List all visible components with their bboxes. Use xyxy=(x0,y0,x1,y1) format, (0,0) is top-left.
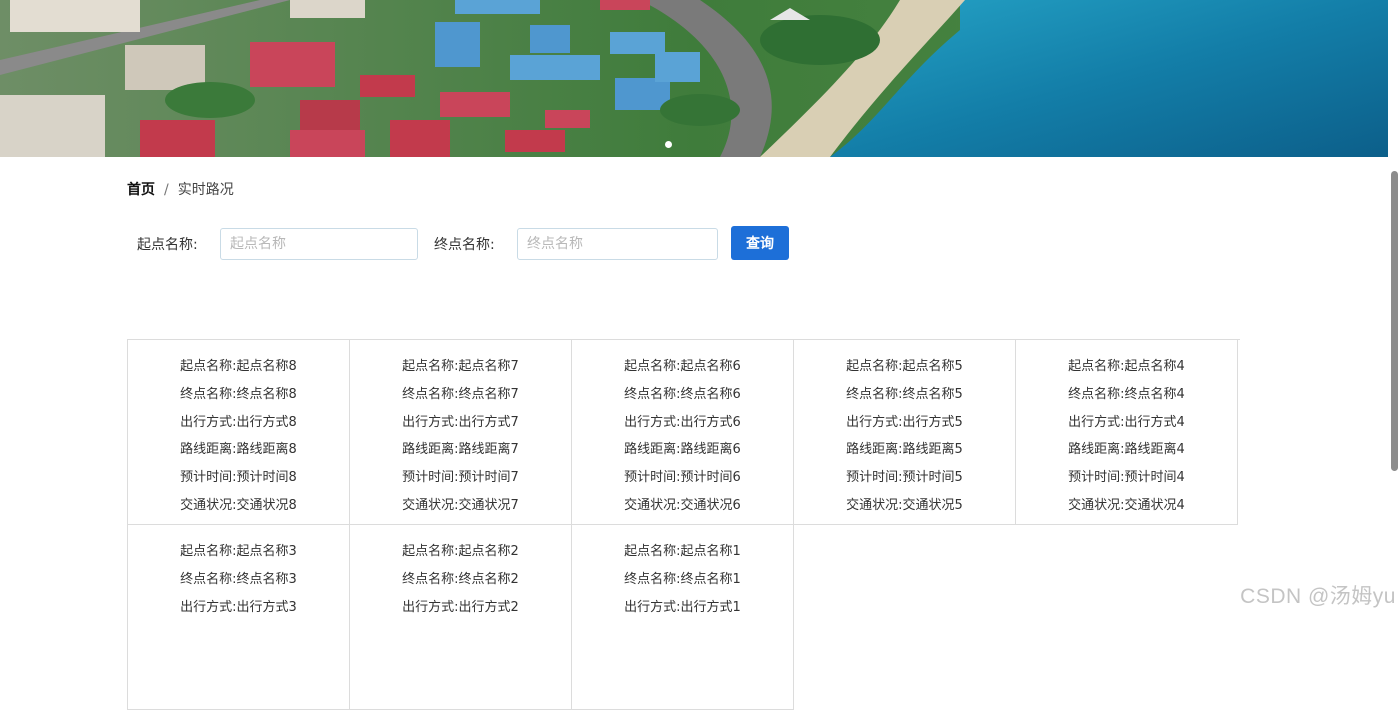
query-button[interactable]: 查询 xyxy=(731,226,789,260)
travel-mode-text: 出行方式:出行方式5 xyxy=(846,414,963,430)
carousel-indicator-dot[interactable] xyxy=(665,141,672,148)
traffic-status-text: 交通状况:交通状况4 xyxy=(1068,497,1185,513)
start-name-text: 起点名称:起点名称8 xyxy=(180,359,297,374)
traffic-card[interactable]: 起点名称:起点名称1 终点名称:终点名称1 出行方式:出行方式1 xyxy=(572,525,794,710)
estimated-time-text: 预计时间:预计时间6 xyxy=(624,470,741,486)
end-name-input[interactable] xyxy=(517,228,718,260)
breadcrumb-home-link[interactable]: 首页 xyxy=(127,180,155,200)
traffic-card[interactable]: 起点名称:起点名称4 终点名称:终点名称4 出行方式:出行方式4 路线距离:路线… xyxy=(1016,340,1238,525)
breadcrumb: 首页 / 实时路况 xyxy=(127,180,234,200)
traffic-status-text: 交通状况:交通状况8 xyxy=(180,497,297,513)
travel-mode-text: 出行方式:出行方式7 xyxy=(402,414,519,430)
traffic-card[interactable]: 起点名称:起点名称7 终点名称:终点名称7 出行方式:出行方式7 路线距离:路线… xyxy=(350,340,572,525)
route-distance-text: 路线距离:路线距离7 xyxy=(402,442,519,458)
estimated-time-text: 预计时间:预计时间5 xyxy=(846,470,963,486)
page-scrollbar[interactable] xyxy=(1388,0,1400,619)
end-name-text: 终点名称:终点名称4 xyxy=(1068,386,1185,402)
route-distance-text: 路线距离:路线距离5 xyxy=(846,442,963,458)
route-distance-text: 路线距离:路线距离8 xyxy=(180,442,297,458)
start-name-label: 起点名称: xyxy=(137,237,198,253)
travel-mode-text: 出行方式:出行方式6 xyxy=(624,414,741,430)
end-name-text: 终点名称:终点名称2 xyxy=(402,571,519,587)
traffic-card[interactable]: 起点名称:起点名称2 终点名称:终点名称2 出行方式:出行方式2 xyxy=(350,525,572,710)
start-name-input[interactable] xyxy=(220,228,418,260)
start-name-text: 起点名称:起点名称1 xyxy=(624,544,741,559)
traffic-card[interactable]: 起点名称:起点名称3 终点名称:终点名称3 出行方式:出行方式3 xyxy=(128,525,350,710)
end-name-text: 终点名称:终点名称8 xyxy=(180,386,297,402)
csdn-watermark: CSDN @汤姆yu xyxy=(1240,585,1396,608)
estimated-time-text: 预计时间:预计时间8 xyxy=(180,470,297,486)
estimated-time-text: 预计时间:预计时间7 xyxy=(402,470,519,486)
traffic-status-text: 交通状况:交通状况7 xyxy=(402,497,519,513)
route-distance-text: 路线距离:路线距离6 xyxy=(624,442,741,458)
end-name-text: 终点名称:终点名称6 xyxy=(624,386,741,402)
start-name-text: 起点名称:起点名称5 xyxy=(846,359,963,374)
traffic-card[interactable]: 起点名称:起点名称8 终点名称:终点名称8 出行方式:出行方式8 路线距离:路线… xyxy=(128,340,350,525)
traffic-status-text: 交通状况:交通状况5 xyxy=(846,497,963,513)
start-name-text: 起点名称:起点名称4 xyxy=(1068,359,1185,374)
travel-mode-text: 出行方式:出行方式1 xyxy=(624,599,741,615)
start-name-text: 起点名称:起点名称2 xyxy=(402,544,519,559)
scrollbar-thumb[interactable] xyxy=(1391,171,1398,471)
traffic-results-grid: 起点名称:起点名称8 终点名称:终点名称8 出行方式:出行方式8 路线距离:路线… xyxy=(127,339,1240,710)
travel-mode-text: 出行方式:出行方式3 xyxy=(180,599,297,615)
travel-mode-text: 出行方式:出行方式2 xyxy=(402,599,519,615)
traffic-card[interactable]: 起点名称:起点名称6 终点名称:终点名称6 出行方式:出行方式6 路线距离:路线… xyxy=(572,340,794,525)
start-name-text: 起点名称:起点名称3 xyxy=(180,544,297,559)
travel-mode-text: 出行方式:出行方式8 xyxy=(180,414,297,430)
end-name-text: 终点名称:终点名称5 xyxy=(846,386,963,402)
banner-carousel[interactable] xyxy=(0,0,1388,157)
start-name-text: 起点名称:起点名称6 xyxy=(624,359,741,374)
banner-image xyxy=(0,0,1388,157)
estimated-time-text: 预计时间:预计时间4 xyxy=(1068,470,1185,486)
end-name-label: 终点名称: xyxy=(434,237,495,253)
end-name-text: 终点名称:终点名称7 xyxy=(402,386,519,402)
end-name-text: 终点名称:终点名称1 xyxy=(624,571,741,587)
traffic-status-text: 交通状况:交通状况6 xyxy=(624,497,741,513)
route-distance-text: 路线距离:路线距离4 xyxy=(1068,442,1185,458)
start-name-text: 起点名称:起点名称7 xyxy=(402,359,519,374)
breadcrumb-current: 实时路况 xyxy=(177,182,234,198)
end-name-text: 终点名称:终点名称3 xyxy=(180,571,297,587)
travel-mode-text: 出行方式:出行方式4 xyxy=(1068,414,1185,430)
breadcrumb-separator: / xyxy=(164,182,169,198)
traffic-card[interactable]: 起点名称:起点名称5 终点名称:终点名称5 出行方式:出行方式5 路线距离:路线… xyxy=(794,340,1016,525)
